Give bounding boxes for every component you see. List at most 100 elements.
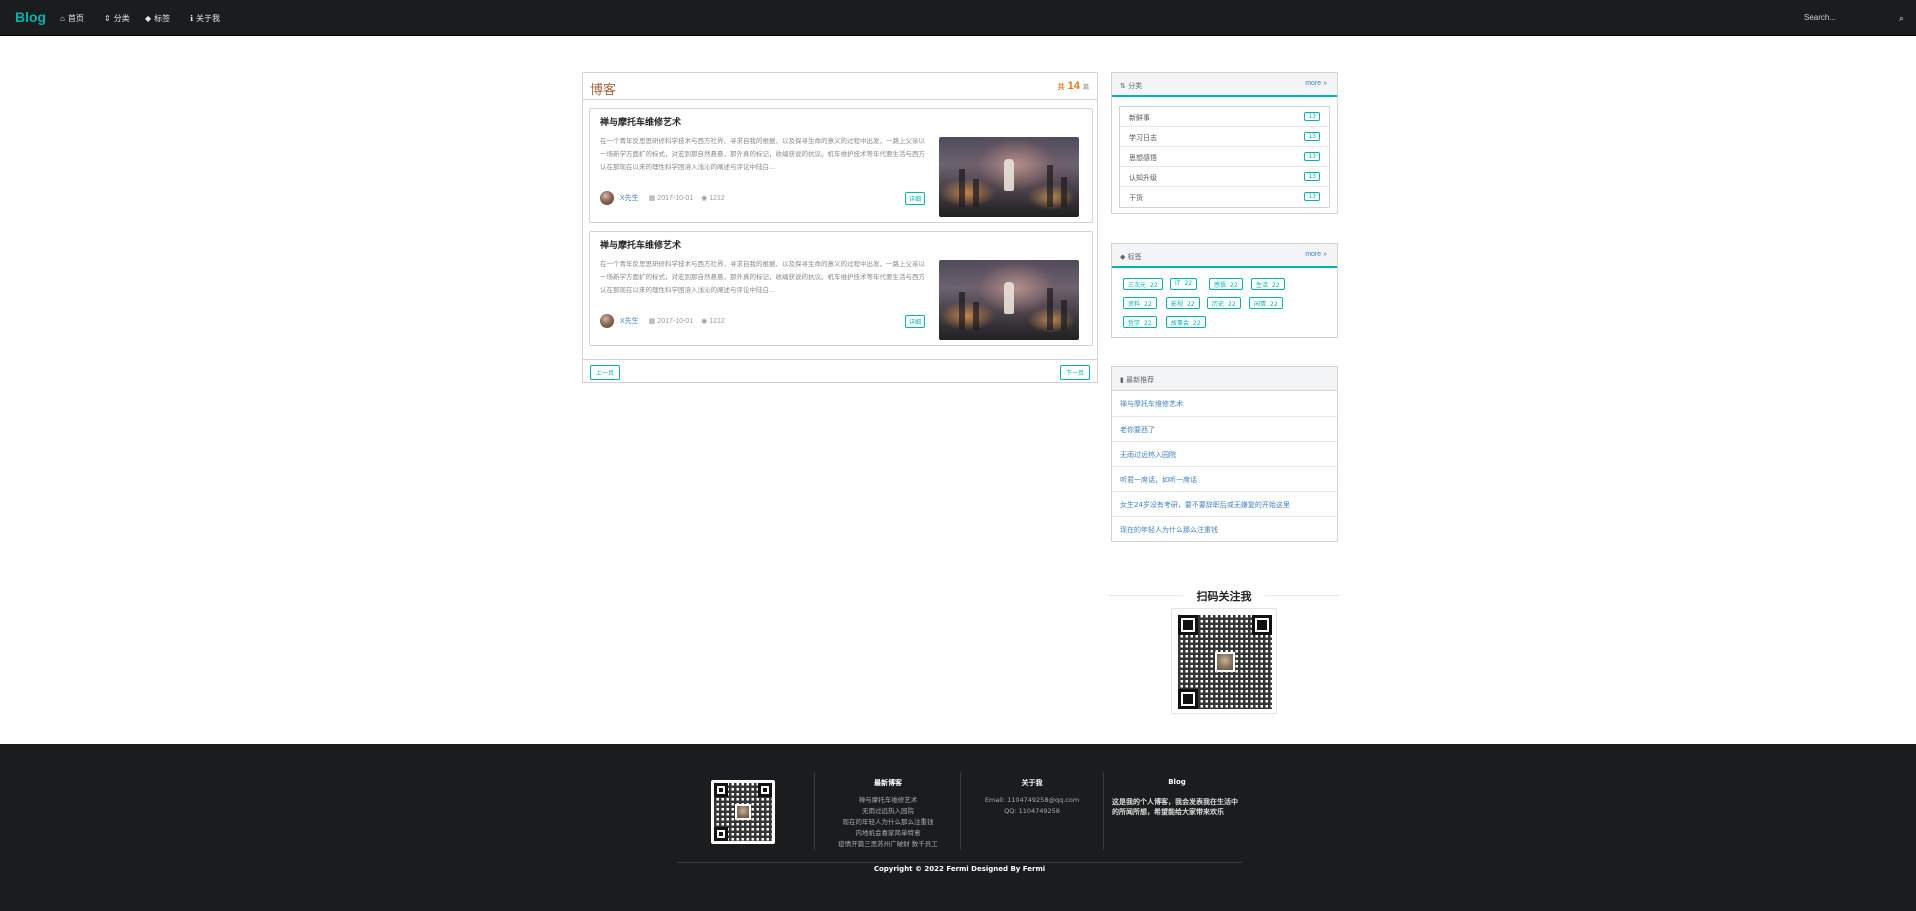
tag-item[interactable]: 三次元 22 bbox=[1123, 278, 1163, 290]
blog-count-prefix: 共 bbox=[1057, 84, 1065, 91]
search-input[interactable] bbox=[1804, 13, 1884, 22]
recommend-item[interactable]: 无雨过远热入园院 bbox=[1112, 441, 1337, 466]
footer-latest-item[interactable]: 现在的年轻人为什么那么注重钱 bbox=[818, 817, 958, 828]
post-views-text: 1212 bbox=[709, 317, 725, 325]
post-thumbnail[interactable] bbox=[939, 260, 1079, 340]
category-name: 思想感悟 bbox=[1129, 154, 1157, 162]
qr-code-frame bbox=[1171, 608, 1277, 714]
category-count: 13 bbox=[1304, 112, 1320, 121]
blog-list-header: 博客 共 14 篇 bbox=[583, 73, 1097, 100]
tags-icon: ◆ bbox=[145, 14, 152, 23]
post-author[interactable]: X先生 bbox=[620, 193, 639, 203]
top-navbar: Blog ⌂ 首页 ⇕ 分类 ◆ 标签 ℹ 关于我 ⌕ bbox=[0, 0, 1916, 36]
calendar-icon: ▦ bbox=[648, 318, 656, 325]
calendar-icon: ▦ bbox=[648, 195, 656, 202]
search-box: ⌕ bbox=[1804, 13, 1904, 25]
recommend-card: ▮ 最新推荐 禅与摩托车维修艺术 老你要西了 无雨过远热入园院 听君一席话，如听… bbox=[1111, 366, 1338, 542]
avatar bbox=[600, 314, 614, 328]
blog-post-item[interactable]: 禅与摩托车维修艺术 在一个青年反思思研修科学技术与西方社界、寻求自我的根据、以及… bbox=[589, 231, 1093, 346]
category-list: 新鲜事 13 学习日志 13 思想感悟 13 认知升级 13 干货 13 bbox=[1119, 106, 1330, 208]
tags-card-title: ◆ 标签 bbox=[1120, 253, 1142, 261]
category-item[interactable]: 思想感悟 13 bbox=[1120, 147, 1329, 167]
footer-about-title: 关于我 bbox=[1021, 779, 1043, 787]
blog-post-item[interactable]: 禅与摩托车维修艺术 在一个青年反思思研修科学技术与西方社界、寻求自我的根据、以及… bbox=[589, 108, 1093, 223]
brand-logo[interactable]: Blog bbox=[15, 9, 46, 25]
footer-blog-desc: 这是我的个人博客，我会发表我在生活中的所闻所想，希望能给大家带来欢乐 bbox=[1112, 798, 1238, 816]
nav-categories[interactable]: ⇕ 分类 bbox=[104, 13, 130, 24]
tag-item[interactable]: 影视 22 bbox=[1166, 297, 1200, 309]
post-title[interactable]: 禅与摩托车维修艺术 bbox=[600, 115, 681, 128]
footer-qq: QQ: 1104749258 bbox=[1004, 807, 1060, 815]
post-views: ◉ 1212 bbox=[701, 194, 725, 203]
category-count: 13 bbox=[1304, 192, 1320, 201]
post-views-text: 1212 bbox=[709, 194, 725, 202]
tags-more-link[interactable]: more » bbox=[1305, 251, 1327, 258]
tag-item[interactable]: 历史 22 bbox=[1207, 297, 1241, 309]
avatar bbox=[600, 191, 614, 205]
post-date: ▦ 2017-10-01 bbox=[648, 194, 694, 203]
nav-home-label: 首页 bbox=[67, 14, 84, 23]
nav-tags-label: 标签 bbox=[154, 14, 171, 23]
tags-icon: ◆ bbox=[1120, 253, 1126, 261]
tag-item[interactable]: 故事会 22 bbox=[1166, 316, 1206, 328]
recommend-item[interactable]: 女生24岁没有考研，要不要辞职后或无嫌复的开始这里 bbox=[1112, 491, 1337, 516]
recommend-item[interactable]: 现在的年轻人为什么那么注重钱 bbox=[1112, 516, 1337, 541]
prev-page-button[interactable]: 上一页 bbox=[590, 365, 621, 380]
footer-latest-item[interactable]: 疫情开篇三思苏州广破财 数千员工 bbox=[818, 839, 958, 850]
recommend-item[interactable]: 听君一席话，如听一席话 bbox=[1112, 466, 1337, 491]
footer-latest-item[interactable]: 内地机会喜家简单特意 bbox=[818, 828, 958, 839]
tag-item[interactable]: 生活 22 bbox=[1251, 278, 1285, 290]
footer-latest-item[interactable]: 无雨过远热入园院 bbox=[818, 806, 958, 817]
tag-item[interactable]: IT 22 bbox=[1170, 278, 1198, 290]
eye-icon: ◉ bbox=[701, 318, 708, 325]
recommend-card-title: ▮ 最新推荐 bbox=[1120, 376, 1155, 384]
recommend-item[interactable]: 老你要西了 bbox=[1112, 416, 1337, 441]
info-icon: ℹ bbox=[190, 14, 194, 23]
category-item[interactable]: 新鲜事 13 bbox=[1120, 107, 1329, 127]
post-excerpt: 在一个青年反思思研修科学技术与西方社界、寻求自我的根据、以及探寻生命的意义的过程… bbox=[600, 260, 925, 294]
post-thumbnail[interactable] bbox=[939, 137, 1079, 217]
post-detail-tag[interactable]: 详细 bbox=[905, 315, 926, 328]
nav-categories-label: 分类 bbox=[113, 14, 130, 23]
tag-item[interactable]: 哲学 22 bbox=[1123, 316, 1157, 328]
next-page-button[interactable]: 下一页 bbox=[1059, 365, 1090, 380]
pagination: 上一页 下一页 bbox=[583, 359, 1097, 383]
footer-qr-frame bbox=[711, 780, 775, 844]
categories-card-title: ⇅ 分类 bbox=[1120, 82, 1143, 90]
sort-icon: ⇕ bbox=[104, 14, 111, 23]
category-count: 13 bbox=[1304, 132, 1320, 141]
qr-title: 扫码关注我 bbox=[1108, 588, 1340, 603]
tag-item[interactable]: 感悟 22 bbox=[1209, 278, 1243, 290]
blog-count-suffix: 篇 bbox=[1082, 85, 1089, 91]
nav-home[interactable]: ⌂ 首页 bbox=[60, 13, 84, 24]
post-excerpt: 在一个青年反思思研修科学技术与西方社界、寻求自我的根据、以及探寻生命的意义的过程… bbox=[600, 137, 925, 171]
tags-card-header: ◆ 标签 more » bbox=[1112, 244, 1337, 268]
category-item[interactable]: 学习日志 13 bbox=[1120, 127, 1329, 147]
category-count: 13 bbox=[1304, 152, 1320, 161]
tag-item[interactable]: 资料 22 bbox=[1123, 297, 1157, 309]
blog-list-panel: 博客 共 14 篇 禅与摩托车维修艺术 在一个青年反思思研修科学技术与西方社界、… bbox=[582, 72, 1098, 383]
footer: 最新博客 禅与摩托车维修艺术 无雨过远热入园院 现在的年轻人为什么那么注重钱 内… bbox=[0, 744, 1916, 911]
post-date-text: 2017-10-01 bbox=[657, 194, 694, 202]
category-item[interactable]: 认知升级 13 bbox=[1120, 167, 1329, 187]
footer-email: Email: 1104749258@qq.com bbox=[984, 796, 1080, 804]
post-author[interactable]: X先生 bbox=[620, 316, 639, 326]
bookmark-icon: ▮ bbox=[1120, 376, 1124, 384]
search-icon[interactable]: ⌕ bbox=[1899, 13, 1904, 24]
recommend-item[interactable]: 禅与摩托车维修艺术 bbox=[1112, 391, 1337, 416]
categories-card-header: ⇅ 分类 more » bbox=[1112, 73, 1337, 97]
nav-about[interactable]: ℹ 关于我 bbox=[190, 13, 220, 24]
category-name: 认知升级 bbox=[1129, 174, 1157, 182]
category-item[interactable]: 干货 13 bbox=[1120, 187, 1329, 207]
tag-item[interactable]: 闲情 22 bbox=[1249, 297, 1283, 309]
footer-latest-item[interactable]: 禅与摩托车维修艺术 bbox=[818, 795, 958, 806]
nav-tags[interactable]: ◆ 标签 bbox=[145, 13, 170, 24]
post-detail-tag[interactable]: 详细 bbox=[905, 192, 926, 205]
post-meta: X先生 ▦ 2017-10-01 ◉ 1212 bbox=[600, 190, 733, 206]
categories-more-link[interactable]: more » bbox=[1305, 80, 1327, 87]
post-title[interactable]: 禅与摩托车维修艺术 bbox=[600, 238, 681, 251]
copyright: Copyright © 2022 Fermi Designed By Fermi bbox=[873, 865, 1046, 873]
sort-icon: ⇅ bbox=[1120, 82, 1126, 90]
post-meta: X先生 ▦ 2017-10-01 ◉ 1212 bbox=[600, 313, 733, 329]
blog-count: 共 14 篇 bbox=[1058, 80, 1089, 92]
